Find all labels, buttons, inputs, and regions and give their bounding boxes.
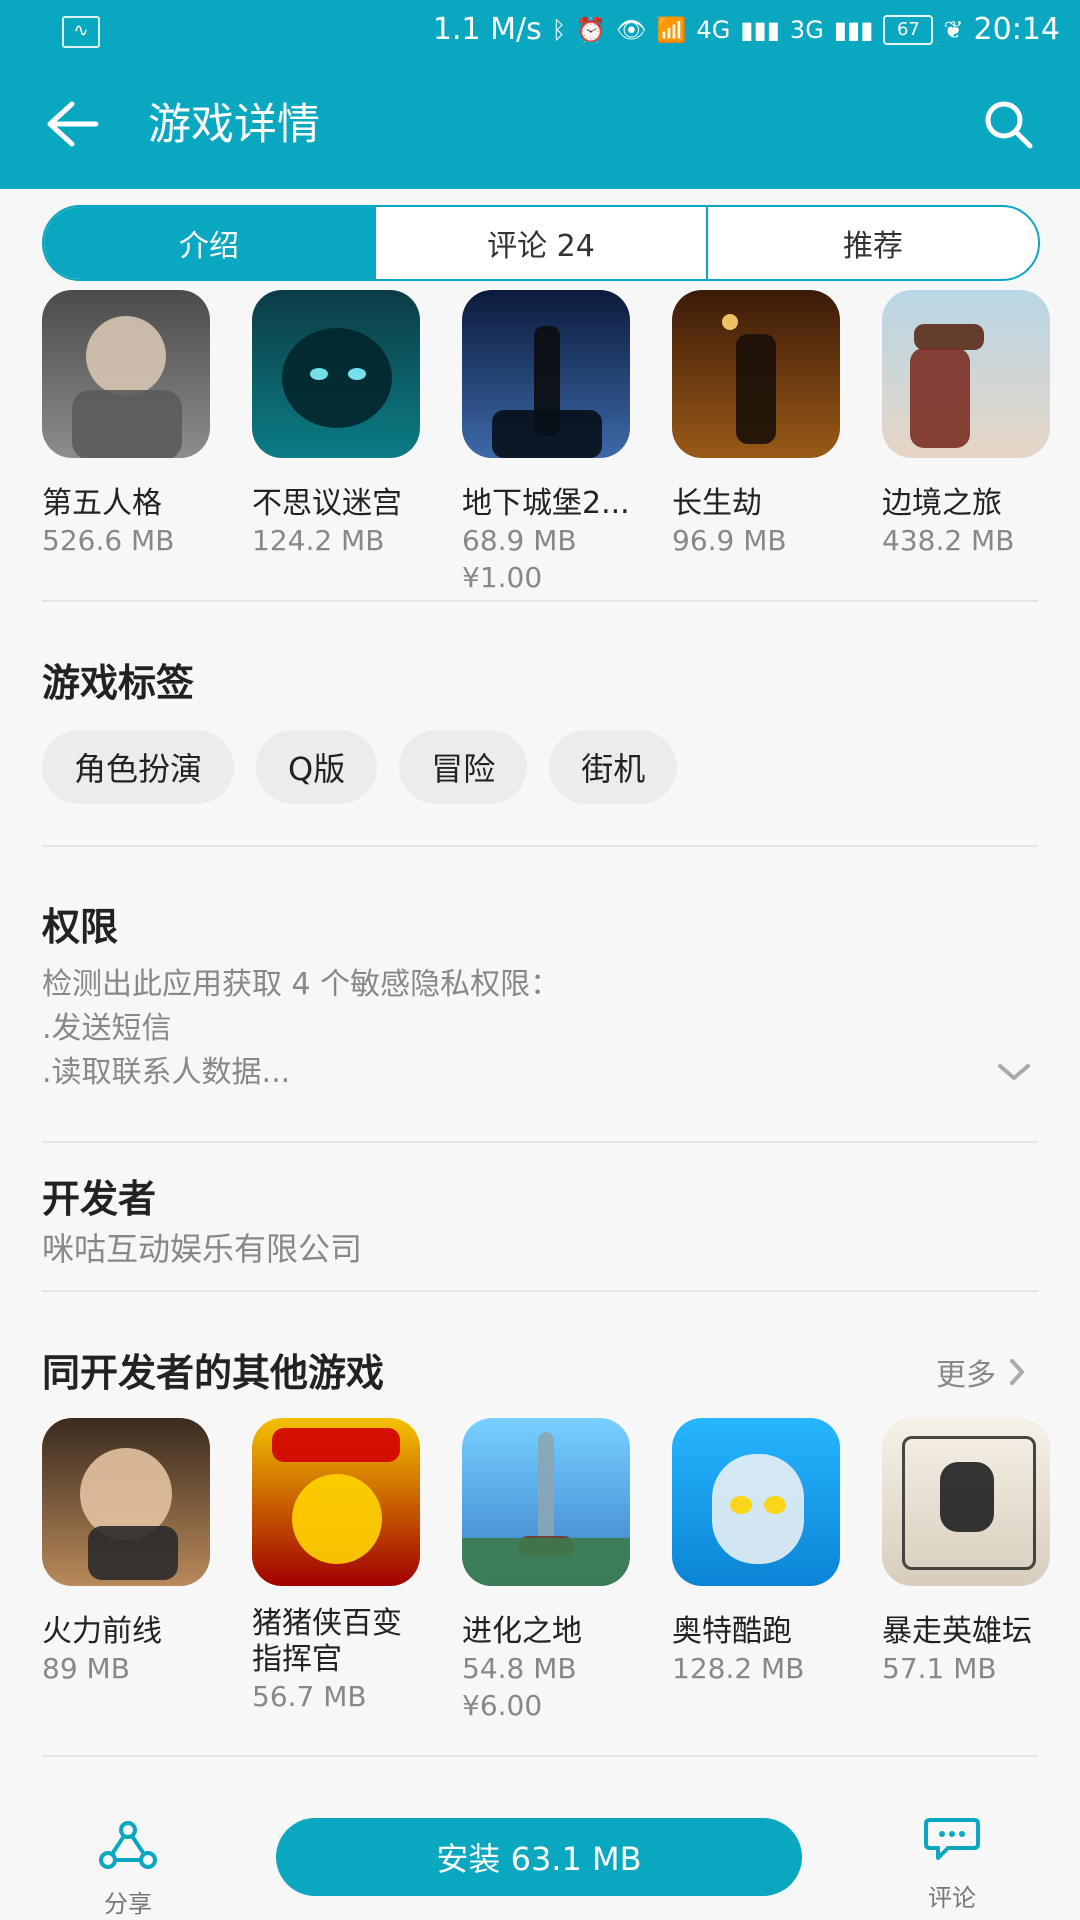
same-dev-games-row: 火力前线 89 MB 猪猪侠百变指挥官 56.7 MB 进化之地 54.8 MB… <box>42 1418 1080 1722</box>
search-icon[interactable] <box>980 96 1036 152</box>
network-3g: 3G <box>789 16 824 44</box>
comment-button[interactable]: 评论 <box>920 1810 984 1912</box>
game-icon <box>42 290 210 458</box>
tab-comments[interactable]: 评论 24 <box>374 207 706 279</box>
status-icons: 1.1 M/s ᛒ ⏰ 👁 📶 4G ▮▮▮ 3G ▮▮▮ 67 ❦ 20:14 <box>433 0 1060 60</box>
game-size: 438.2 MB <box>882 524 1015 557</box>
game-card[interactable]: 边境之旅 438.2 MB <box>882 290 1050 594</box>
install-button[interactable]: 安装 63.1 MB <box>276 1818 802 1896</box>
tag-chip[interactable]: 角色扮演 <box>42 730 235 804</box>
tags-list: 角色扮演 Q版 冒险 街机 <box>42 730 678 804</box>
app-header: ∿ 1.1 M/s ᛒ ⏰ 👁 📶 4G ▮▮▮ 3G ▮▮▮ 67 ❦ 20:… <box>0 0 1080 189</box>
tag-chip[interactable]: 街机 <box>549 730 678 804</box>
game-size: 54.8 MB <box>462 1652 577 1685</box>
top-navbar: 游戏详情 <box>0 60 1080 189</box>
game-card[interactable]: 长生劫 96.9 MB <box>672 290 840 594</box>
chevron-right-icon <box>1010 1359 1024 1385</box>
network-4g: 4G <box>696 16 731 44</box>
game-size: 56.7 MB <box>252 1680 367 1713</box>
wifi-icon: 📶 <box>656 16 687 44</box>
game-size: 124.2 MB <box>252 524 385 557</box>
more-link[interactable]: 更多 <box>936 1350 1028 1394</box>
signal-icon-2: ▮▮▮ <box>833 16 874 44</box>
permissions-line: .发送短信 <box>42 1011 172 1046</box>
developer-name[interactable]: 咪咕互动娱乐有限公司 <box>42 1224 362 1270</box>
detail-tabs: 介绍 评论 24 推荐 <box>42 205 1040 281</box>
divider <box>42 845 1038 847</box>
page-title: 游戏详情 <box>148 100 320 150</box>
alarm-icon: ⏰ <box>576 16 607 44</box>
game-name: 第五人格 <box>42 486 162 521</box>
game-icon <box>882 1418 1050 1586</box>
game-name: 进化之地 <box>462 1614 582 1649</box>
game-card[interactable]: 暴走英雄坛 57.1 MB <box>882 1418 1050 1722</box>
share-icon <box>99 1821 157 1869</box>
game-icon <box>42 1418 210 1586</box>
tag-chip[interactable]: 冒险 <box>399 730 528 804</box>
same-dev-title: 同开发者的其他游戏 <box>42 1351 385 1395</box>
game-name: 边境之旅 <box>882 486 1002 521</box>
game-price: ¥6.00 <box>462 1689 543 1722</box>
game-icon <box>672 290 840 458</box>
game-icon <box>882 290 1050 458</box>
game-name: 火力前线 <box>42 1614 162 1649</box>
game-size: 57.1 MB <box>882 1652 997 1685</box>
permissions-line: 检测出此应用获取 4 个敏感隐私权限： <box>42 967 561 1002</box>
network-speed: 1.1 M/s <box>432 12 542 47</box>
game-card[interactable]: 不思议迷宫 124.2 MB <box>252 290 420 594</box>
eye-icon: 👁 <box>616 16 647 44</box>
divider <box>42 1290 1038 1292</box>
divider <box>42 600 1038 602</box>
share-label: 分享 <box>104 1890 152 1918</box>
status-bar: ∿ 1.1 M/s ᛒ ⏰ 👁 📶 4G ▮▮▮ 3G ▮▮▮ 67 ❦ 20:… <box>0 0 1080 60</box>
game-card[interactable]: 奥特酷跑 128.2 MB <box>672 1418 840 1722</box>
clock: 20:14 <box>973 12 1060 47</box>
comment-icon <box>924 1818 980 1860</box>
game-icon <box>462 1418 630 1586</box>
game-name: 不思议迷宫 <box>252 486 402 521</box>
game-name: 长生劫 <box>672 486 762 521</box>
permissions-line: .读取联系人数据... <box>42 1055 291 1090</box>
more-label: 更多 <box>936 1358 996 1393</box>
game-card[interactable]: 猪猪侠百变指挥官 56.7 MB <box>252 1418 420 1722</box>
activity-icon: ∿ <box>62 16 100 48</box>
game-size: 96.9 MB <box>672 524 787 557</box>
signal-icon: ▮▮▮ <box>740 16 780 44</box>
game-icon <box>252 290 420 458</box>
tab-intro[interactable]: 介绍 <box>44 207 374 279</box>
bluetooth-icon: ᛒ <box>551 16 567 44</box>
game-icon <box>462 290 630 458</box>
game-card[interactable]: 进化之地 54.8 MB ¥6.00 <box>462 1418 630 1722</box>
share-button[interactable]: 分享 <box>98 1820 158 1920</box>
game-name: 地下城堡2... <box>462 486 630 521</box>
game-price: ¥1.00 <box>462 561 543 594</box>
related-games-row: 第五人格 526.6 MB 不思议迷宫 124.2 MB 地下城堡2... 68… <box>42 290 1080 594</box>
leaf-icon: ❦ <box>943 16 964 44</box>
tab-recommend[interactable]: 推荐 <box>706 207 1038 279</box>
game-card[interactable]: 第五人格 526.6 MB <box>42 290 210 594</box>
game-name: 猪猪侠百变指挥官 <box>252 1606 402 1677</box>
battery-indicator: 67 <box>883 15 934 45</box>
game-card[interactable]: 火力前线 89 MB <box>42 1418 210 1722</box>
tag-chip[interactable]: Q版 <box>256 730 378 804</box>
developer-title: 开发者 <box>42 1177 157 1221</box>
game-card[interactable]: 地下城堡2... 68.9 MB ¥1.00 <box>462 290 630 594</box>
tags-section-title: 游戏标签 <box>42 661 195 705</box>
game-size: 128.2 MB <box>672 1652 805 1685</box>
game-size: 89 MB <box>42 1652 130 1685</box>
permissions-text[interactable]: 检测出此应用获取 4 个敏感隐私权限： .发送短信 .读取联系人数据... <box>42 963 560 1095</box>
permissions-title: 权限 <box>42 905 119 949</box>
divider <box>42 1141 1038 1143</box>
game-name: 奥特酷跑 <box>672 1614 792 1649</box>
divider <box>42 1755 1038 1757</box>
game-name: 暴走英雄坛 <box>882 1614 1032 1649</box>
back-arrow-icon[interactable] <box>44 98 100 150</box>
chevron-down-icon[interactable] <box>996 1060 1032 1084</box>
game-size: 68.9 MB <box>462 524 577 557</box>
game-icon <box>672 1418 840 1586</box>
game-icon <box>252 1418 420 1586</box>
comment-label: 评论 <box>928 1884 976 1912</box>
game-size: 526.6 MB <box>42 524 175 557</box>
